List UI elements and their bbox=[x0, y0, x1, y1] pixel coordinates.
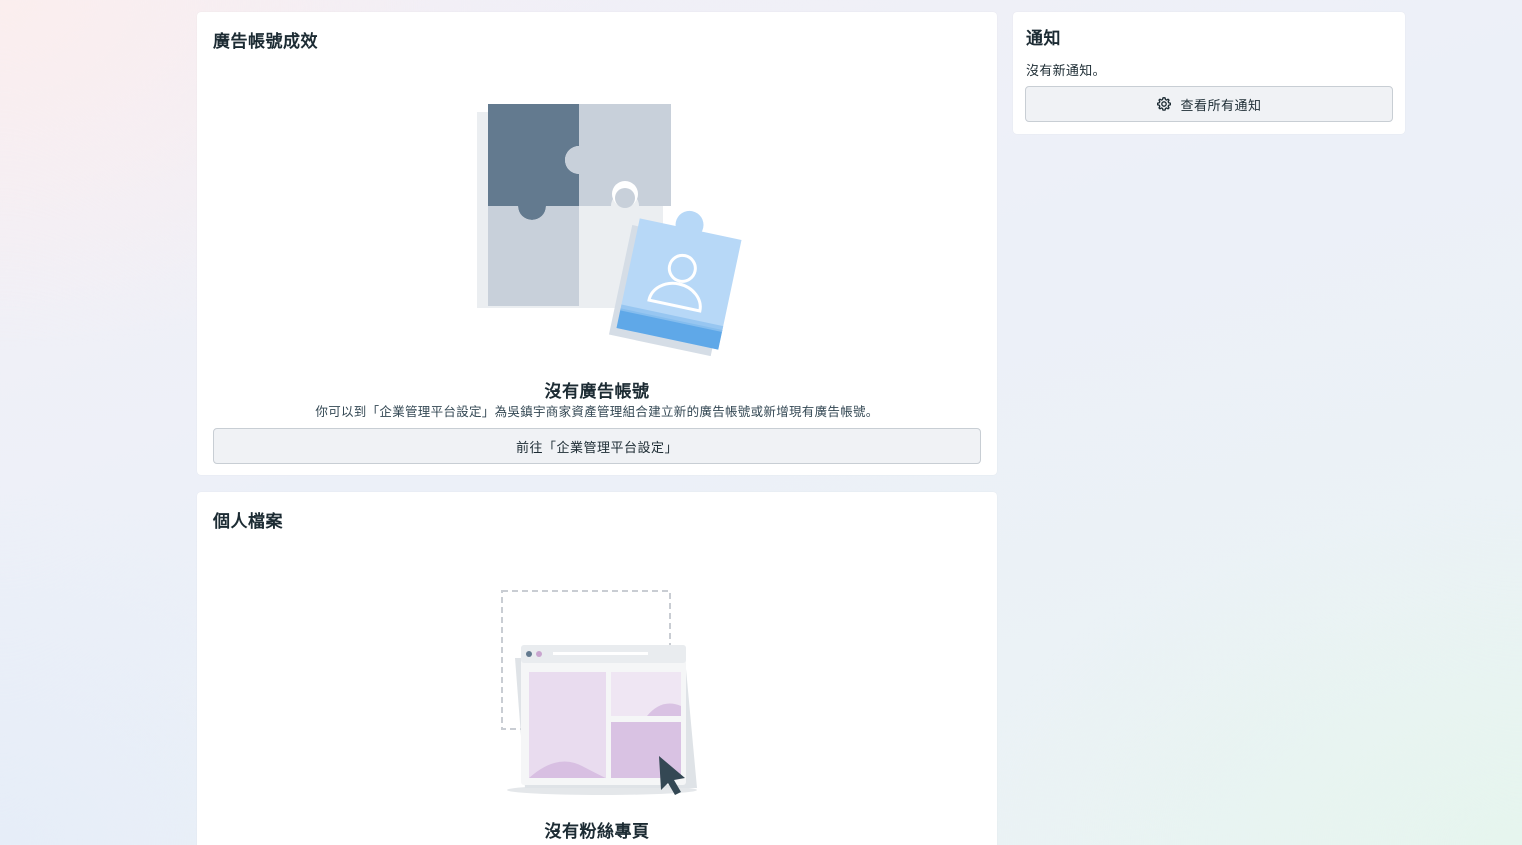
view-all-notifications-button[interactable]: 查看所有通知 bbox=[1025, 86, 1393, 122]
ad-accounts-card: 廣告帳號成效 沒有廣告帳號 你可以到「企業管理平台設定」為吳鎮宇商家資產管理組合… bbox=[197, 12, 997, 475]
view-all-notifications-label: 查看所有通知 bbox=[1180, 98, 1262, 114]
profile-card: 個人檔案 沒有粉絲專頁 bbox=[197, 492, 997, 845]
browser-window-cursor-icon bbox=[501, 590, 697, 795]
no-ad-accounts-description: 你可以到「企業管理平台設定」為吳鎮宇商家資產管理組合建立新的廣告帳號或新增現有廣… bbox=[315, 404, 879, 419]
ad-accounts-card-title: 廣告帳號成效 bbox=[213, 32, 318, 52]
gear-icon bbox=[1157, 97, 1172, 111]
notifications-card-title: 通知 bbox=[1026, 29, 1061, 49]
puzzle-user-icon bbox=[477, 104, 742, 357]
no-ad-accounts-title: 沒有廣告帳號 bbox=[544, 382, 650, 402]
go-to-business-settings-button[interactable]: 前往「企業管理平台設定」 bbox=[213, 428, 981, 464]
no-pages-title: 沒有粉絲專頁 bbox=[544, 822, 650, 842]
no-new-notifications-text: 沒有新通知。 bbox=[1026, 64, 1106, 79]
notifications-card: 通知 沒有新通知。 查看所有通知 bbox=[1013, 12, 1405, 134]
profile-card-title: 個人檔案 bbox=[213, 512, 283, 532]
